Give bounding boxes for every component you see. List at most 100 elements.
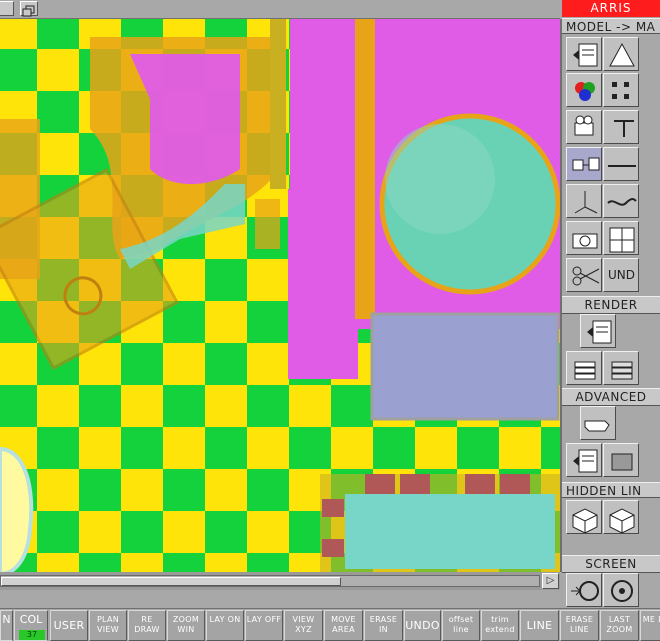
undo-panel-button[interactable]: UND [603, 258, 639, 292]
stack-icon-2 [611, 361, 633, 380]
stack-button[interactable] [566, 351, 602, 385]
floor-tile [205, 301, 247, 343]
plan-view-button[interactable]: PLAN VIEW [89, 610, 127, 641]
lay-off-button[interactable]: LAY OFF [245, 610, 283, 641]
render-panel-button[interactable] [580, 314, 616, 348]
orange-strip [355, 19, 375, 319]
app-title: ARRIS [562, 0, 660, 17]
stack-icon [574, 361, 596, 380]
camera-button[interactable] [566, 221, 602, 255]
floor-tile [247, 511, 289, 553]
fixture-small [255, 199, 280, 249]
bottom-toolbar: N COL 37 USER PLAN VIEW RE DRAW ZOOM WIN LAY… [0, 608, 660, 641]
axes-xyz-icon [574, 191, 598, 214]
floor-tile [457, 427, 499, 469]
floor-tile [79, 427, 121, 469]
grid-dots-icon [612, 82, 629, 99]
floor-tile [247, 553, 289, 572]
move-cube-icon [572, 157, 600, 171]
offset-line-button[interactable]: offset line [442, 610, 480, 641]
box-wireframe-icon [572, 508, 598, 533]
lay-on-button[interactable]: LAY ON [206, 610, 244, 641]
floor-tile [331, 385, 373, 427]
zoom-win-button[interactable]: ZOOM WIN [167, 610, 205, 641]
floor-tile [247, 385, 289, 427]
restore-window-button[interactable] [20, 1, 38, 17]
drawing-viewport[interactable] [0, 19, 562, 572]
floor-tile [121, 427, 163, 469]
scroll-track[interactable] [0, 575, 540, 587]
panel-shade-button[interactable] [566, 443, 602, 477]
floor-tile [37, 511, 79, 553]
panel-shade-icon [573, 449, 598, 473]
floor-tile [37, 133, 79, 175]
trim-extend-button[interactable]: trim extend [481, 610, 519, 641]
box-wireframe-2-button[interactable] [603, 500, 639, 534]
floor-tile [163, 469, 205, 511]
vanity [370, 312, 560, 421]
n-label: N [2, 613, 11, 626]
scroll-right-arrow-icon[interactable]: ▷ [542, 573, 559, 589]
window-button[interactable] [603, 221, 639, 255]
line-button[interactable] [603, 147, 639, 181]
floor-tile [205, 427, 247, 469]
axes-xyz-button[interactable] [566, 184, 602, 218]
floor-tile [0, 49, 37, 91]
arrow-circle-button[interactable] [566, 573, 602, 607]
stand-icon [614, 120, 634, 137]
grid-dots-button[interactable] [603, 73, 639, 107]
erase-in-button[interactable]: ERASE IN [364, 610, 403, 641]
circle-icon [611, 580, 633, 602]
move-cube-button[interactable] [566, 147, 602, 181]
col-label: COL [19, 613, 43, 626]
erase-line-button[interactable]: ERASE LINE [560, 610, 599, 641]
redraw-button[interactable]: RE DRAW [128, 610, 166, 641]
camera-video-button[interactable] [566, 110, 602, 144]
tilde-button[interactable] [603, 184, 639, 218]
box-wireframe-button[interactable] [566, 500, 602, 534]
floor-tile [205, 259, 247, 301]
floor-tile [121, 511, 163, 553]
floor-tile [205, 343, 247, 385]
panel-view-button[interactable] [566, 37, 602, 71]
top-bar [0, 0, 560, 19]
user-button[interactable]: USER [50, 610, 88, 641]
floor-tile [205, 511, 247, 553]
stack-2-button[interactable] [603, 351, 639, 385]
hand-pointer-button[interactable] [580, 406, 616, 440]
n-indicator: N [0, 610, 13, 641]
section-render: RENDER [562, 296, 660, 314]
camera-icon [572, 233, 598, 249]
last-zoom-button[interactable]: LAST ZOOM [600, 610, 639, 641]
scissors-button[interactable] [566, 258, 602, 292]
scroll-thumb[interactable] [1, 577, 341, 586]
triangle-button[interactable] [603, 37, 639, 71]
floor-tile [247, 469, 289, 511]
window-control-button[interactable] [0, 1, 14, 16]
undo-button[interactable]: UNDO [404, 610, 441, 641]
floor-tile [247, 343, 289, 385]
color-indicator[interactable]: COL 37 [14, 610, 48, 641]
me-di-button[interactable]: ME DI [640, 610, 660, 641]
line-button[interactable]: LINE [520, 610, 559, 641]
arrow-circle-icon [571, 581, 599, 601]
floor-tile [79, 385, 121, 427]
horizontal-scrollbar[interactable]: ▷ [0, 572, 560, 590]
shaded-stack-button[interactable] [603, 443, 639, 477]
stand-button[interactable] [603, 110, 639, 144]
floor-tile [121, 343, 163, 385]
circle-button[interactable] [603, 573, 639, 607]
col-value: 37 [19, 630, 45, 640]
floor-tile [205, 469, 247, 511]
move-area-button[interactable]: MOVE AREA [324, 610, 363, 641]
box-wireframe-icon-2 [609, 508, 635, 533]
panel-view-icon [573, 43, 598, 67]
floor-tile [121, 469, 163, 511]
floor-tile [79, 469, 121, 511]
section-advanced: ADVANCED [562, 388, 660, 406]
color-wheel-button[interactable] [566, 73, 602, 107]
floor-tile [37, 469, 79, 511]
floor-tile [79, 511, 121, 553]
render-panel-icon [587, 320, 612, 344]
view-xyz-button[interactable]: VIEW XYZ [284, 610, 323, 641]
